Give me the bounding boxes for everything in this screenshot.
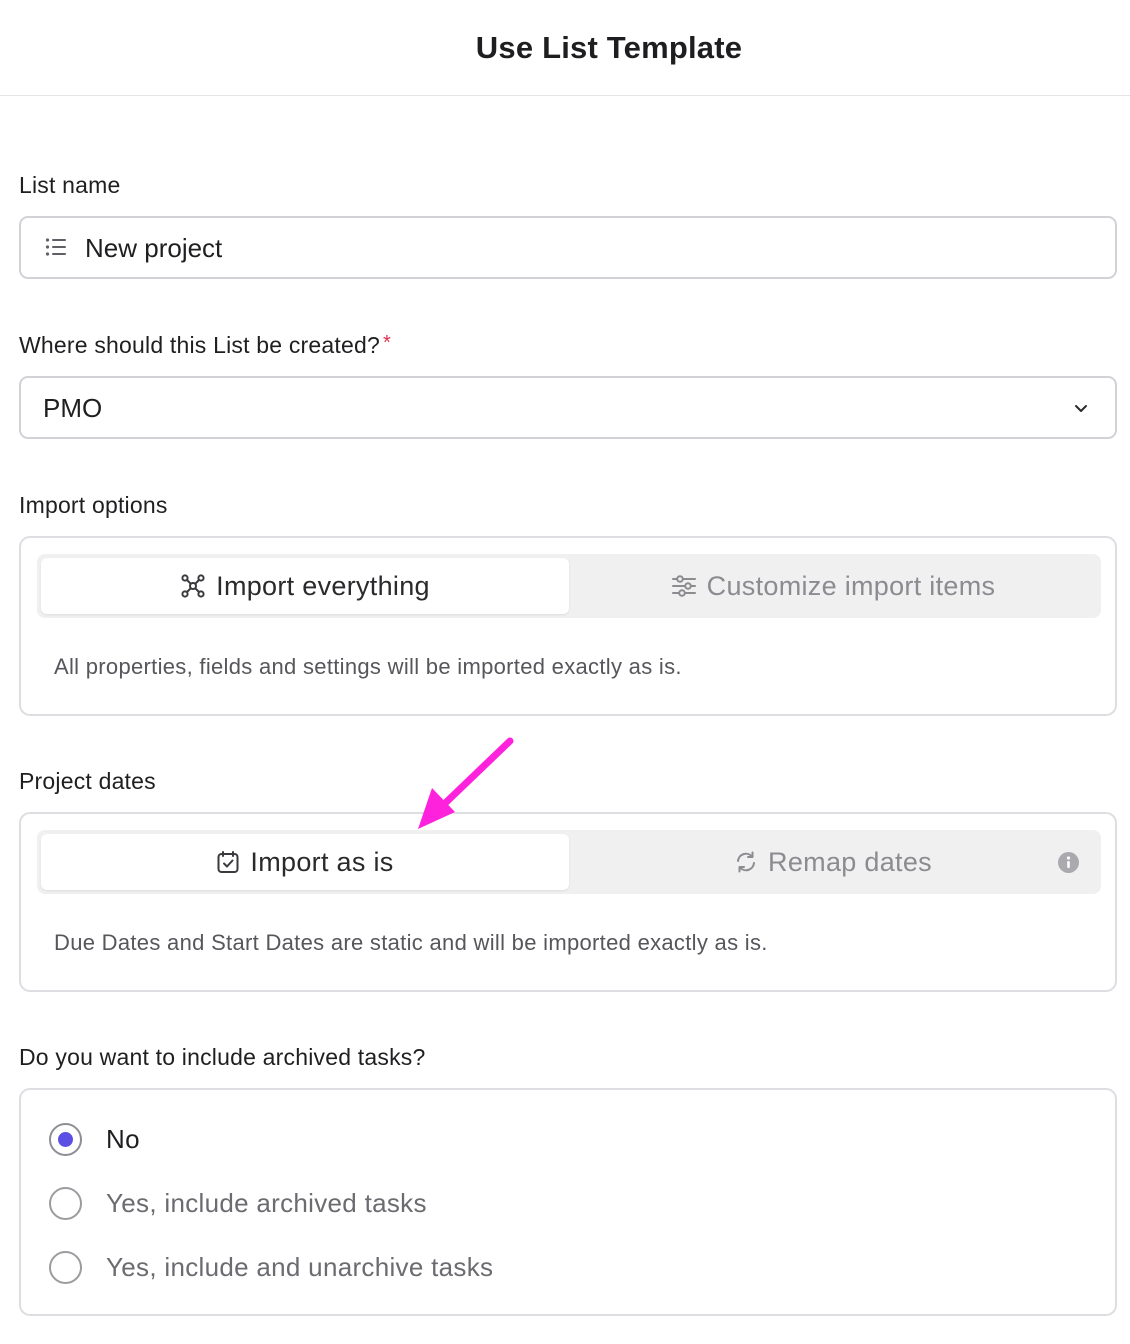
radio-option-include-archived[interactable]: Yes, include archived tasks	[49, 1187, 427, 1220]
import-options-panel: Import everything Customize import items…	[19, 536, 1117, 716]
import-options-toggle: Import everything Customize import items	[37, 554, 1101, 618]
refresh-icon	[737, 851, 756, 873]
info-icon[interactable]	[1058, 852, 1079, 873]
radio-label: Yes, include and unarchive tasks	[106, 1252, 494, 1282]
radio-label: No	[106, 1124, 140, 1154]
customize-import-button[interactable]: Customize import items	[569, 558, 1097, 614]
project-dates-description: Due Dates and Start Dates are static and…	[54, 930, 768, 955]
required-mark: *	[382, 332, 391, 354]
project-dates-panel: Import as is Remap dates Due Dates and S…	[19, 812, 1117, 992]
modal-header: Use List Template	[0, 0, 1130, 96]
import-options-label: Import options	[19, 492, 168, 518]
import-everything-button[interactable]: Import everything	[41, 558, 569, 614]
import-everything-label: Import everything	[216, 570, 430, 601]
archived-tasks-panel: No Yes, include archived tasks Yes, incl…	[19, 1088, 1117, 1316]
network-icon	[181, 574, 205, 598]
archived-tasks-label: Do you want to include archived tasks?	[19, 1044, 426, 1070]
project-dates-label: Project dates	[19, 768, 156, 794]
remap-dates-button[interactable]: Remap dates	[569, 834, 1097, 890]
import-as-is-label: Import as is	[250, 846, 394, 877]
remap-dates-label: Remap dates	[768, 846, 932, 877]
import-options-description: All properties, fields and settings will…	[54, 654, 682, 679]
radio-option-include-unarchive[interactable]: Yes, include and unarchive tasks	[49, 1251, 493, 1284]
radio-button[interactable]	[49, 1187, 82, 1220]
radio-button[interactable]	[49, 1251, 82, 1284]
location-label: Where should this List be created? *	[19, 332, 391, 359]
import-as-is-button[interactable]: Import as is	[41, 834, 569, 890]
chevron-down-icon	[1075, 405, 1087, 412]
list-name-label: List name	[19, 172, 121, 198]
list-name-input[interactable]: New project	[19, 216, 1117, 279]
customize-import-label: Customize import items	[706, 570, 996, 601]
modal-title: Use List Template	[475, 30, 743, 65]
radio-label: Yes, include archived tasks	[106, 1188, 427, 1218]
list-name-value: New project	[85, 233, 223, 263]
location-label-text: Where should this List be created?	[19, 332, 380, 358]
location-value: PMO	[43, 393, 103, 423]
project-dates-toggle: Import as is Remap dates	[37, 830, 1101, 894]
calendar-check-icon	[217, 851, 239, 873]
list-icon	[45, 238, 66, 256]
sliders-icon	[671, 575, 696, 597]
radio-button[interactable]	[49, 1123, 82, 1156]
radio-option-no[interactable]: No	[49, 1123, 140, 1156]
location-select[interactable]: PMO	[19, 376, 1117, 439]
